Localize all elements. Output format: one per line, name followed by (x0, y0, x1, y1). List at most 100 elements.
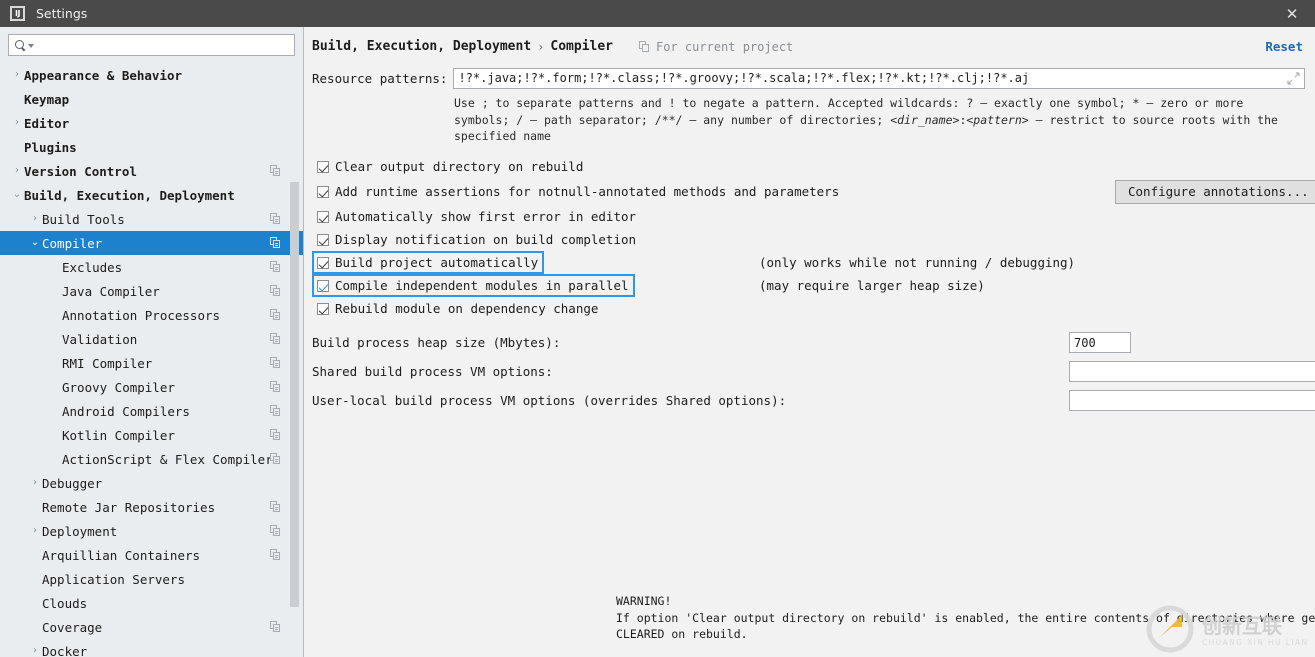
settings-dialog-body: › Appearance & Behavior Keymap › Editor Plugi… (0, 27, 1315, 657)
checkmark-icon[interactable] (317, 256, 329, 269)
sidebar-item-label: Annotation Processors (62, 307, 221, 323)
checkmark-icon[interactable] (317, 279, 329, 292)
breadcrumb: Build, Execution, Deployment › Compiler … (304, 27, 1315, 57)
option-row: Clear output directory on rebuild (304, 155, 1315, 178)
sidebar-scrollbar-thumb[interactable] (290, 182, 299, 607)
chevron-right-icon[interactable]: › (10, 166, 24, 176)
sidebar-item-actionscript-flex-compiler[interactable]: ActionScript & Flex Compiler (0, 447, 303, 471)
checkbox-label: Clear output directory on rebuild (335, 159, 584, 175)
sidebar-item-android-compilers[interactable]: Android Compilers (0, 399, 303, 423)
sidebar-item-label: ActionScript & Flex Compiler (62, 451, 273, 467)
copy-icon (270, 525, 281, 536)
checkbox-label: Rebuild module on dependency change (335, 301, 599, 317)
option-row: Build project automatically (only works w… (304, 251, 1315, 275)
sidebar-item-application-servers[interactable]: Application Servers (0, 567, 303, 591)
settings-content-panel: Build, Execution, Deployment › Compiler … (304, 27, 1315, 657)
copy-icon (270, 549, 281, 560)
sidebar-item-label: Version Control (24, 163, 137, 179)
option-row: Rebuild module on dependency change (304, 297, 1315, 320)
sidebar-item-deployment[interactable]: › Deployment (0, 519, 303, 543)
sidebar-scrollbar[interactable] (290, 62, 299, 657)
sidebar-item-kotlin-compiler[interactable]: Kotlin Compiler (0, 423, 303, 447)
sidebar-item-coverage[interactable]: Coverage (0, 615, 303, 639)
sidebar-item-remote-jar-repositories[interactable]: Remote Jar Repositories (0, 495, 303, 519)
resource-patterns-input[interactable]: !?*.java;!?*.form;!?*.class;!?*.groovy;!… (453, 67, 1305, 89)
checkbox-display-notification-on-build-completion[interactable]: Display notification on build completion (312, 228, 642, 251)
sidebar-item-label: Clouds (42, 595, 88, 611)
sidebar-item-label: Deployment (42, 523, 118, 539)
checkbox-label: Build project automatically (335, 255, 539, 271)
sidebar-item-label: RMI Compiler (62, 355, 153, 371)
sidebar-item-build-execution-deployment[interactable]: ⌄ Build, Execution, Deployment (0, 183, 303, 207)
sidebar-item-keymap[interactable]: Keymap (0, 87, 303, 111)
sidebar-item-clouds[interactable]: Clouds (0, 591, 303, 615)
sidebar-item-rmi-compiler[interactable]: RMI Compiler (0, 351, 303, 375)
sidebar-item-appearance-behavior[interactable]: › Appearance & Behavior (0, 63, 303, 87)
chevron-right-icon[interactable]: › (10, 118, 24, 128)
checkbox-clear-output-directory-on-rebuild[interactable]: Clear output directory on rebuild (312, 155, 589, 178)
checkmark-icon[interactable] (317, 185, 329, 198)
checkbox-rebuild-module-on-dependency-change[interactable]: Rebuild module on dependency change (312, 297, 604, 320)
checkmark-icon[interactable] (317, 233, 329, 246)
chevron-right-icon[interactable]: › (28, 526, 42, 536)
option-row: Automatically show first error in editor (304, 205, 1315, 228)
checkmark-icon[interactable] (317, 160, 329, 173)
settings-tree[interactable]: › Appearance & Behavior Keymap › Editor Plugi… (0, 62, 303, 657)
sidebar-item-label: Build Tools (42, 211, 125, 227)
sidebar-item-version-control[interactable]: › Version Control (0, 159, 303, 183)
copy-icon (270, 213, 281, 224)
expand-icon[interactable] (1287, 71, 1300, 85)
checkbox-build-project-automatically[interactable]: Build project automatically (312, 251, 545, 275)
sidebar-item-build-tools[interactable]: › Build Tools (0, 207, 303, 231)
search-input[interactable] (34, 36, 289, 54)
chevron-right-icon[interactable]: › (28, 646, 42, 656)
checkbox-label: Automatically show first error in editor (335, 209, 637, 225)
breadcrumb-root[interactable]: Build, Execution, Deployment (312, 39, 531, 54)
option-note: (only works while not running / debuggin… (759, 255, 1076, 271)
sidebar-item-annotation-processors[interactable]: Annotation Processors (0, 303, 303, 327)
sidebar-item-label: Remote Jar Repositories (42, 499, 216, 515)
sidebar-item-docker[interactable]: › Docker (0, 639, 303, 657)
copy-icon (270, 237, 281, 248)
sidebar-item-editor[interactable]: › Editor (0, 111, 303, 135)
chevron-right-icon[interactable]: › (10, 70, 24, 80)
input-heap-field[interactable]: 700 (1069, 332, 1131, 354)
sidebar-item-debugger[interactable]: › Debugger (0, 471, 303, 495)
field-row: Shared build process VM options: (304, 357, 1315, 386)
checkmark-icon[interactable] (317, 302, 329, 315)
copy-icon (270, 501, 281, 512)
chevron-down-icon[interactable]: ⌄ (28, 238, 42, 248)
sidebar-item-arquillian-containers[interactable]: Arquillian Containers (0, 543, 303, 567)
checkmark-icon[interactable] (317, 210, 329, 223)
sidebar-item-validation[interactable]: Validation (0, 327, 303, 351)
sidebar-item-compiler[interactable]: ⌄ Compiler (0, 231, 303, 255)
sidebar-item-excludes[interactable]: Excludes (0, 255, 303, 279)
reset-button[interactable]: Reset (1265, 39, 1303, 54)
sidebar-item-label: Validation (62, 331, 138, 347)
search-icon (15, 39, 26, 51)
sidebar-item-label: Application Servers (42, 571, 185, 587)
chevron-right-icon[interactable]: › (28, 478, 42, 488)
sidebar-item-plugins[interactable]: Plugins (0, 135, 303, 159)
checkbox-automatically-show-first-error-in-editor[interactable]: Automatically show first error in editor (312, 205, 642, 228)
search-box[interactable] (8, 34, 295, 56)
sidebar-item-label: Docker (42, 643, 88, 657)
chevron-down-icon[interactable]: ⌄ (10, 190, 24, 200)
resource-patterns-row: Resource patterns: !?*.java;!?*.form;!?*… (304, 67, 1315, 89)
resource-patterns-hint: Use ; to separate patterns and ! to nega… (454, 96, 1278, 144)
chevron-right-icon[interactable]: › (28, 214, 42, 224)
checkbox-label: Compile independent modules in parallel (335, 278, 629, 294)
sidebar-item-label: Arquillian Containers (42, 547, 201, 563)
input-userlocal-field[interactable] (1069, 390, 1315, 412)
resource-patterns-label: Resource patterns: (312, 70, 448, 86)
sidebar-item-groovy-compiler[interactable]: Groovy Compiler (0, 375, 303, 399)
checkbox-add-runtime-assertions-for-notnull-annotated-methods-and-parameters[interactable]: Add runtime assertions for notnull-annot… (312, 180, 845, 203)
sidebar-item-label: Appearance & Behavior (24, 67, 183, 83)
window-title: Settings (36, 6, 88, 21)
sidebar-item-java-compiler[interactable]: Java Compiler (0, 279, 303, 303)
configure-annotations-button[interactable]: Configure annotations... (1115, 179, 1315, 204)
checkbox-compile-independent-modules-in-parallel[interactable]: Compile independent modules in parallel (312, 274, 635, 298)
input-shared-field[interactable] (1069, 361, 1315, 383)
option-row: Compile independent modules in parallel (… (304, 274, 1315, 298)
close-icon[interactable]: ✕ (1275, 0, 1309, 27)
